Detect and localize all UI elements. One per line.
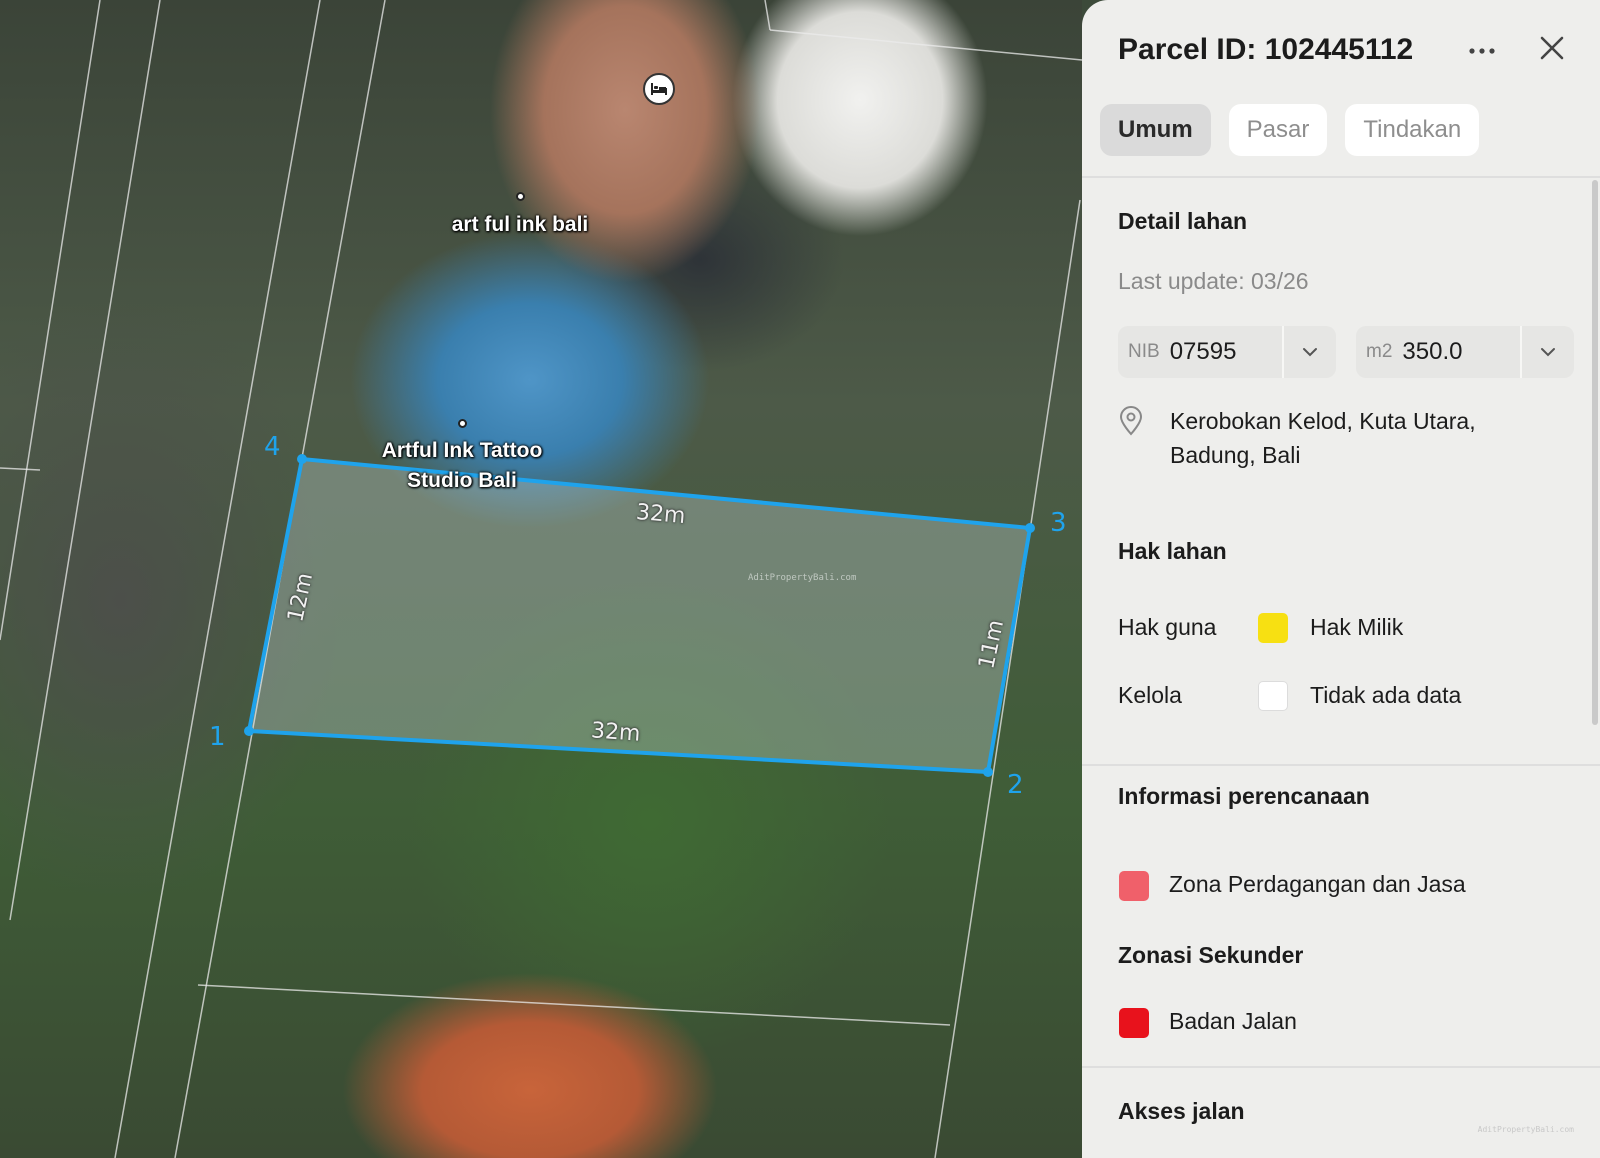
area-value: 350.0 <box>1402 338 1463 365</box>
section-title-secondary-zone: Zonasi Sekunder <box>1118 942 1304 968</box>
zone-swatch <box>1119 871 1149 901</box>
edge-length-label: 32m <box>635 499 687 530</box>
vertex-label: 3 <box>1050 508 1067 538</box>
edge-length-label: 32m <box>590 718 642 747</box>
secondary-zone-swatch <box>1119 1008 1149 1038</box>
vertex-label: 2 <box>1007 770 1024 800</box>
parcel-vertex-2[interactable] <box>983 767 993 777</box>
tab-tindakan[interactable]: Tindakan <box>1345 104 1480 156</box>
watermark: AditPropertyBali.com <box>748 573 857 583</box>
section-title-planning: Informasi perencanaan <box>1118 783 1370 809</box>
rights-label-kelola: Kelola <box>1118 682 1182 708</box>
divider <box>1082 1066 1600 1068</box>
section-title-rights: Hak lahan <box>1118 538 1227 564</box>
section-title-detail: Detail lahan <box>1118 208 1248 234</box>
more-options-button[interactable] <box>1464 32 1500 68</box>
nib-select[interactable]: NIB 07595 <box>1118 326 1336 378</box>
panel-tabs: Umum Pasar Tindakan <box>1100 104 1480 156</box>
poi-marker[interactable] <box>516 192 525 201</box>
rights-value-kelola: Tidak ada data <box>1310 682 1462 708</box>
poi-label[interactable]: art ful ink bali <box>420 210 620 240</box>
vertex-label: 1 <box>209 722 226 752</box>
rights-value-hak-guna: Hak Milik <box>1310 614 1404 640</box>
more-horizontal-icon <box>1469 41 1495 59</box>
area-select[interactable]: m2 350.0 <box>1356 326 1574 378</box>
panel-header: Parcel ID: 102445112 <box>1118 28 1570 72</box>
tab-umum[interactable]: Umum <box>1100 104 1211 156</box>
rights-swatch <box>1258 681 1288 711</box>
divider <box>1082 764 1600 766</box>
secondary-zone-value: Badan Jalan <box>1169 1008 1297 1034</box>
parcel-vertex-1[interactable] <box>244 726 254 736</box>
nib-prefix: NIB <box>1128 341 1160 362</box>
bed-icon[interactable] <box>643 73 675 105</box>
parcel-vertex-4[interactable] <box>297 454 307 464</box>
scrollbar[interactable] <box>1592 180 1598 725</box>
parcel-vertex-3[interactable] <box>1025 523 1035 533</box>
poi-label[interactable]: Artful Ink Tattoo Studio Bali <box>342 436 582 496</box>
chevron-down-icon[interactable] <box>1520 326 1574 378</box>
last-update: Last update: 03/26 <box>1118 268 1309 294</box>
close-button[interactable] <box>1534 32 1570 68</box>
poi-marker[interactable] <box>458 419 467 428</box>
parcel-title: Parcel ID: 102445112 <box>1118 33 1414 66</box>
divider <box>1082 176 1600 178</box>
zone-value: Zona Perdagangan dan Jasa <box>1169 871 1466 897</box>
watermark: AditPropertyBali.com <box>1477 1125 1574 1134</box>
tab-pasar[interactable]: Pasar <box>1228 104 1328 156</box>
cadastral-lines <box>0 0 1082 1158</box>
map-pin-icon <box>1118 406 1144 441</box>
section-title-road-access: Akses jalan <box>1118 1098 1245 1124</box>
satellite-map[interactable]: art ful ink bali Artful Ink Tattoo Studi… <box>0 0 1082 1158</box>
chevron-down-icon[interactable] <box>1282 326 1336 378</box>
location-text: Kerobokan Kelod, Kuta Utara, Badung, Bal… <box>1170 408 1476 468</box>
rights-label-hak-guna: Hak guna <box>1118 614 1217 640</box>
vertex-label: 4 <box>264 432 281 462</box>
area-prefix: m2 <box>1366 341 1393 362</box>
parcel-info-panel: Parcel ID: 102445112 Umum Pasar Tindakan <box>1082 0 1600 1158</box>
close-icon <box>1540 36 1564 65</box>
rights-swatch <box>1258 613 1288 643</box>
nib-value: 07595 <box>1169 338 1237 365</box>
